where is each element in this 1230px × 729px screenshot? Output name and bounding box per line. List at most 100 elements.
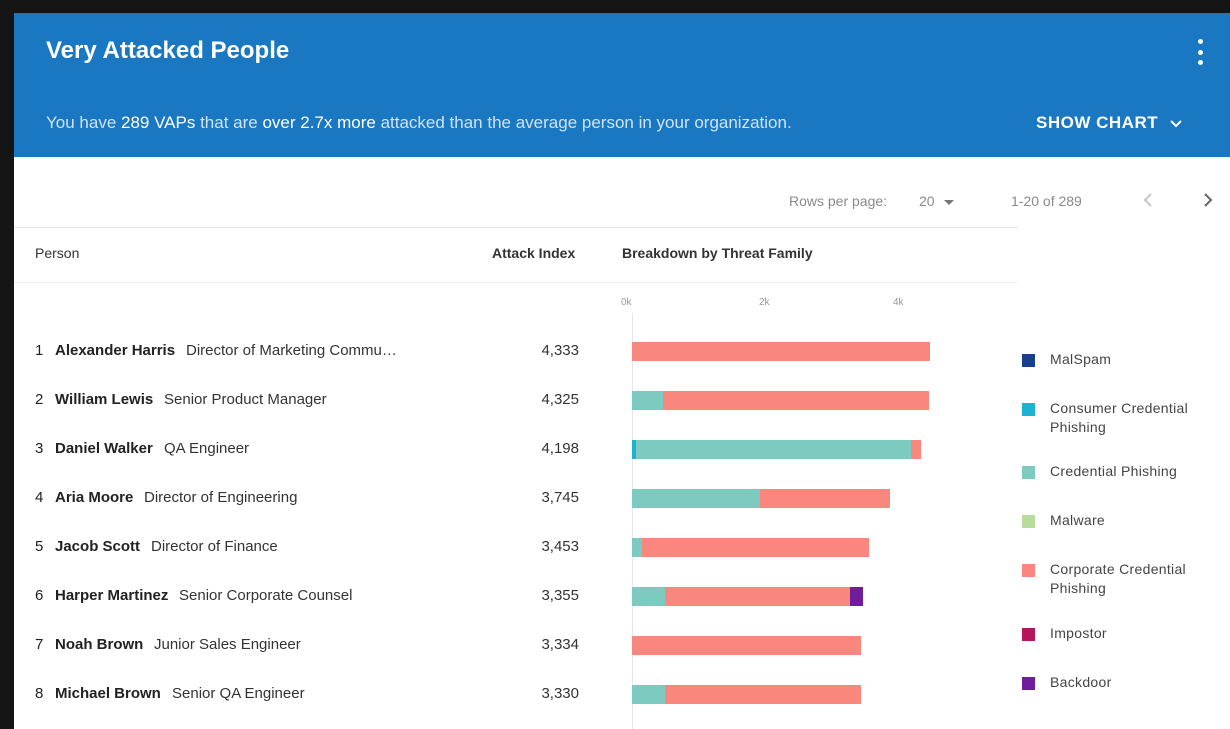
row-rank: 3 [35, 440, 44, 457]
table-row[interactable]: 5 Jacob Scott Director of Finance 3,453 [14, 538, 1018, 587]
person-title: Senior Corporate Counsel [179, 587, 353, 604]
summary-multiplier: over 2.7x more [262, 113, 376, 132]
bar-segment-corporate-credential-phishing[interactable] [665, 587, 851, 606]
legend-label: Consumer Credential Phishing [1050, 400, 1188, 435]
row-rank: 2 [35, 391, 44, 408]
table-top-divider [14, 227, 1018, 228]
attack-index-value: 4,333 [541, 342, 579, 359]
column-header-person[interactable]: Person [35, 245, 79, 261]
axis-tick-2k: 2k [759, 297, 770, 308]
threat-breakdown-bar[interactable] [632, 342, 930, 361]
attack-index-value: 3,334 [541, 636, 579, 653]
attack-index-value: 3,745 [541, 489, 579, 506]
bar-segment-corporate-credential-phishing[interactable] [662, 391, 930, 410]
legend-label: MalSpam [1050, 351, 1112, 367]
threat-breakdown-bar[interactable] [632, 685, 861, 704]
vap-banner: Very Attacked People You have 289 VAPs t… [14, 13, 1230, 157]
caret-down-icon [943, 199, 954, 205]
column-header-breakdown: Breakdown by Threat Family [622, 245, 813, 261]
axis-tick-4k: 4k [893, 297, 904, 308]
table-row[interactable]: 4 Aria Moore Director of Engineering 3,745 [14, 489, 1018, 538]
threat-breakdown-bar[interactable] [632, 587, 863, 606]
column-header-attack-index[interactable]: Attack Index [492, 245, 575, 261]
legend-swatch [1022, 628, 1035, 641]
bar-segment-backdoor[interactable] [850, 587, 863, 606]
person-name[interactable]: Aria Moore [55, 489, 133, 506]
person-name[interactable]: Daniel Walker [55, 440, 153, 457]
bar-segment-credential-phishing[interactable] [636, 440, 912, 459]
threat-breakdown-bar[interactable] [632, 636, 862, 655]
vap-summary: You have 289 VAPs that are over 2.7x mor… [46, 113, 792, 133]
rows-per-page-select[interactable]: 20 [919, 193, 954, 209]
bar-segment-corporate-credential-phishing[interactable] [632, 636, 862, 655]
bar-segment-credential-phishing[interactable] [632, 391, 663, 410]
attack-index-value: 4,198 [541, 440, 579, 457]
bar-segment-corporate-credential-phishing[interactable] [642, 538, 870, 557]
card-title: Very Attacked People [46, 37, 290, 64]
person-title: Director of Engineering [144, 489, 298, 506]
vap-card: Very Attacked People You have 289 VAPs t… [14, 13, 1230, 729]
person-name[interactable]: Jacob Scott [55, 538, 140, 555]
person-title: Senior QA Engineer [172, 685, 305, 702]
person-name[interactable]: Harper Martinez [55, 587, 168, 604]
legend-label: Corporate Credential Phishing [1050, 561, 1186, 596]
summary-suffix: attacked than the average person in your… [375, 113, 792, 132]
table-row[interactable]: 6 Harper Martinez Senior Corporate Counsel… [14, 587, 1018, 636]
row-rank: 1 [35, 342, 44, 359]
table-row[interactable]: 3 Daniel Walker QA Engineer 4,198 [14, 440, 1018, 489]
attack-index-value: 3,330 [541, 685, 579, 702]
summary-prefix: You have [46, 113, 121, 132]
attack-index-value: 3,355 [541, 587, 579, 604]
person-name[interactable]: Noah Brown [55, 636, 143, 653]
rows-per-page-value: 20 [919, 193, 935, 209]
table-row[interactable]: 7 Noah Brown Junior Sales Engineer 3,334 [14, 636, 1018, 685]
person-title: Junior Sales Engineer [154, 636, 301, 653]
table-row[interactable]: 8 Michael Brown Senior QA Engineer 3,330 [14, 685, 1018, 729]
bar-segment-corporate-credential-phishing[interactable] [665, 685, 861, 704]
person-title: Director of Finance [151, 538, 278, 555]
axis-tick-0k: 0k [621, 297, 632, 308]
legend-swatch [1022, 564, 1035, 577]
chevron-left-icon[interactable] [1140, 189, 1156, 211]
bar-segment-credential-phishing[interactable] [632, 538, 643, 557]
person-title: QA Engineer [164, 440, 250, 457]
threat-breakdown-bar[interactable] [632, 391, 930, 410]
person-title: Director of Marketing Commu… [186, 342, 397, 359]
legend-label: Impostor [1050, 625, 1107, 641]
threat-breakdown-bar[interactable] [632, 489, 890, 508]
show-chart-button[interactable]: SHOW CHART [1036, 113, 1184, 133]
legend-swatch [1022, 403, 1035, 416]
threat-breakdown-bar[interactable] [632, 440, 921, 459]
show-chart-label: SHOW CHART [1036, 113, 1159, 132]
summary-count: 289 VAPs [121, 113, 196, 132]
row-rank: 4 [35, 489, 44, 506]
bar-segment-corporate-credential-phishing[interactable] [911, 440, 921, 459]
summary-mid: that are [195, 113, 263, 132]
table-row[interactable]: 1 Alexander Harris Director of Marketing C… [14, 342, 1018, 391]
more-vert-icon[interactable] [1194, 39, 1206, 65]
table-row[interactable]: 2 William Lewis Senior Product Manager 4,32… [14, 391, 1018, 440]
row-rank: 7 [35, 636, 44, 653]
person-title: Senior Product Manager [164, 391, 327, 408]
row-rank: 5 [35, 538, 44, 555]
row-rank: 6 [35, 587, 44, 604]
legend-swatch [1022, 354, 1035, 367]
legend-label: Credential Phishing [1050, 463, 1178, 479]
legend-label: Backdoor [1050, 674, 1112, 690]
attack-index-value: 3,453 [541, 538, 579, 555]
legend-swatch [1022, 466, 1035, 479]
chevron-right-icon[interactable] [1200, 189, 1216, 211]
bar-segment-credential-phishing[interactable] [632, 685, 665, 704]
legend-label: Malware [1050, 512, 1106, 528]
bar-segment-credential-phishing[interactable] [632, 489, 760, 508]
person-name[interactable]: Michael Brown [55, 685, 161, 702]
bar-segment-corporate-credential-phishing[interactable] [632, 342, 930, 361]
legend-swatch [1022, 515, 1035, 528]
rows-per-page-label: Rows per page: [789, 193, 888, 209]
header-divider [14, 282, 1018, 283]
person-name[interactable]: Alexander Harris [55, 342, 175, 359]
bar-segment-corporate-credential-phishing[interactable] [759, 489, 890, 508]
person-name[interactable]: William Lewis [55, 391, 153, 408]
bar-segment-credential-phishing[interactable] [632, 587, 665, 606]
threat-breakdown-bar[interactable] [632, 538, 870, 557]
